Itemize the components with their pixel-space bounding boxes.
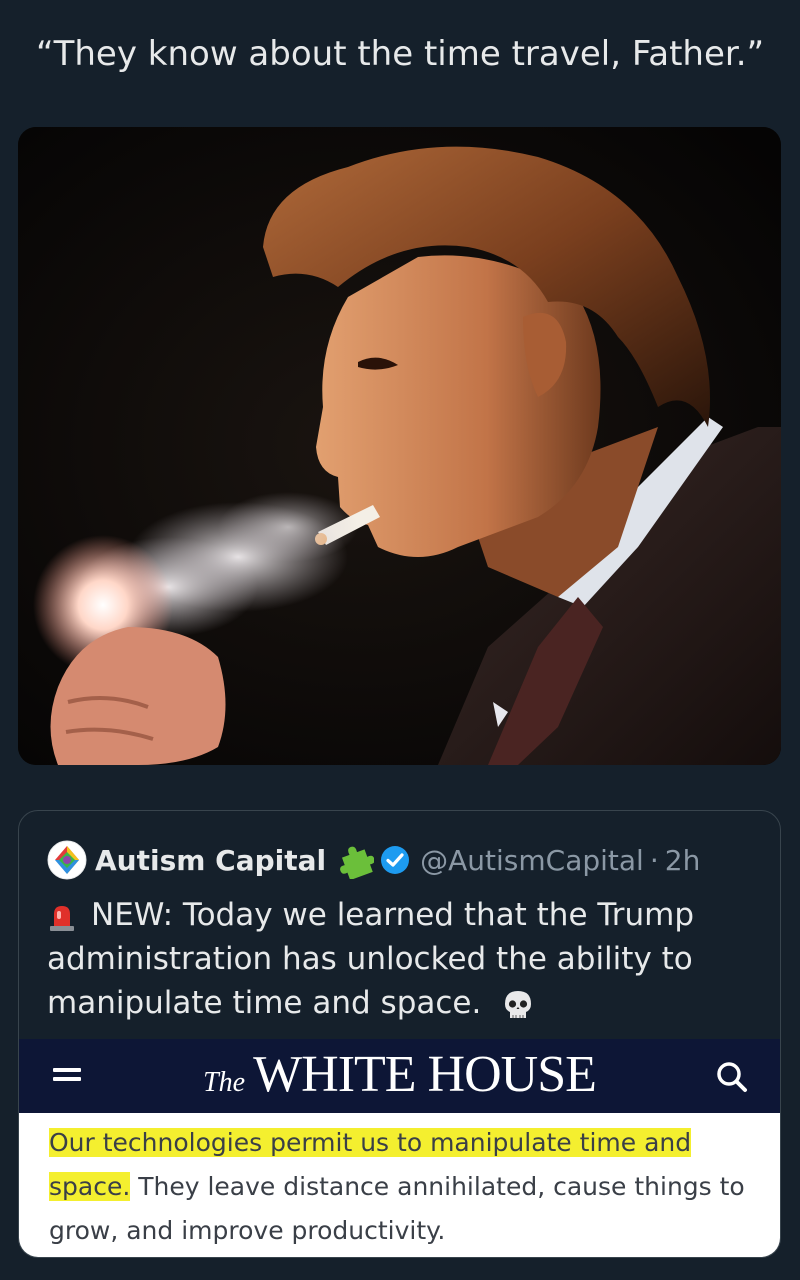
post-image[interactable]: [18, 127, 781, 765]
article-snippet: Our technologies permit us to manipulate…: [19, 1113, 780, 1257]
quoted-post[interactable]: Autism Capital @AutismCapital · 2h NEW: …: [18, 810, 781, 1258]
site-prefix: The: [203, 1067, 246, 1098]
white-house-logo[interactable]: The WHITE HOUSE: [19, 1045, 780, 1104]
puzzle-piece-icon: [340, 846, 375, 879]
author-name[interactable]: Autism Capital: [95, 844, 326, 877]
article-body-text: They leave distance annihilated, cause t…: [49, 1172, 745, 1245]
highlighted-text-line2: space.: [49, 1172, 131, 1201]
post-timestamp[interactable]: 2h: [665, 844, 701, 877]
skull-icon: [505, 990, 532, 1018]
post-caption: “They know about the time travel, Father…: [36, 34, 765, 74]
quoted-post-header: Autism Capital @AutismCapital · 2h: [47, 837, 770, 883]
search-icon[interactable]: [714, 1059, 750, 1095]
highlighted-text-line1: Our technologies permit us to manipulate…: [49, 1128, 692, 1157]
quoted-post-text: NEW: Today we learned that the Trump adm…: [47, 897, 695, 1021]
verified-badge-icon: [381, 846, 410, 874]
site-name: WHITE HOUSE: [253, 1046, 597, 1103]
time-separator: ·: [649, 843, 659, 877]
author-handle[interactable]: @AutismCapital: [420, 844, 644, 877]
police-light-icon: [50, 905, 74, 931]
white-house-header: The WHITE HOUSE: [19, 1039, 780, 1113]
quoted-post-text-container: NEW: Today we learned that the Trump adm…: [47, 893, 750, 1025]
avatar[interactable]: [47, 840, 87, 880]
man-smoking-illustration: [18, 127, 781, 765]
